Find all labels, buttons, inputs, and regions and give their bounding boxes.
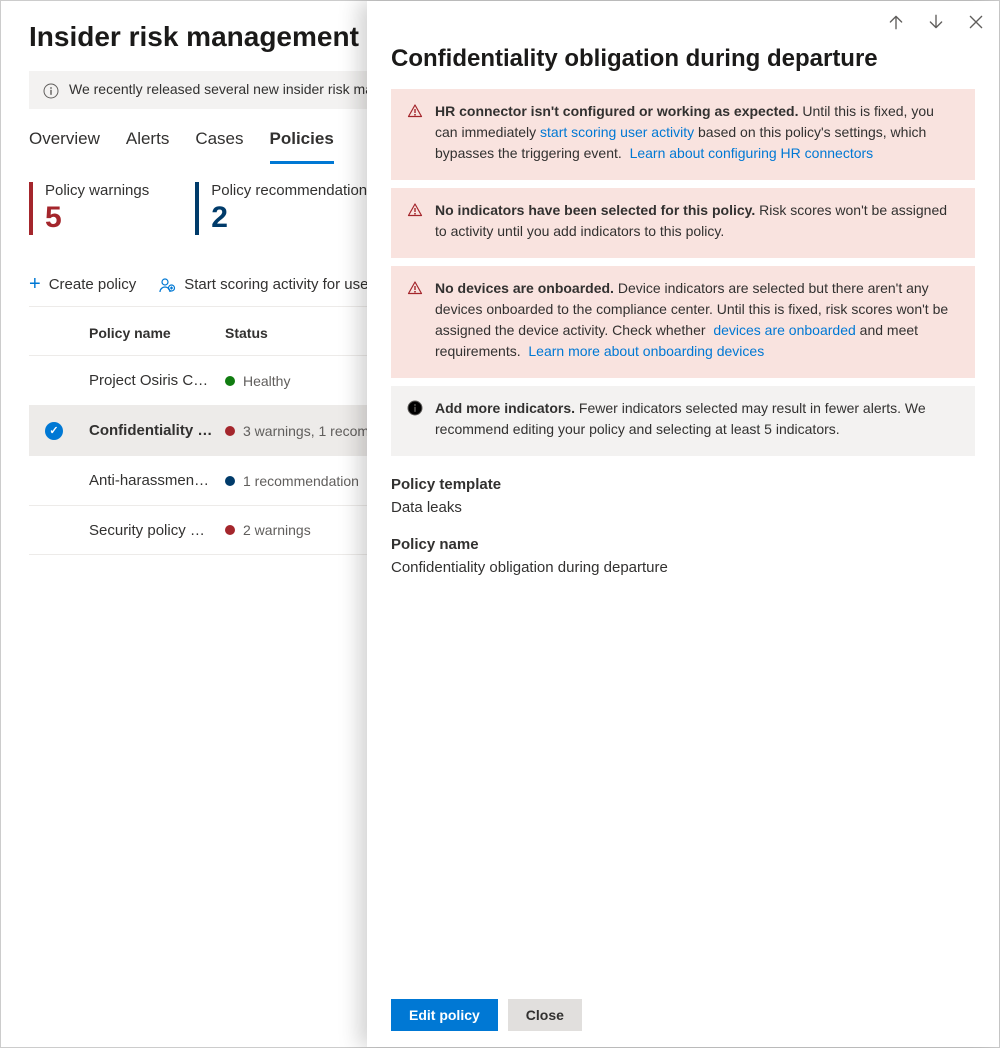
arrow-down-icon[interactable] [927, 13, 945, 31]
policy-name-label: Policy name [391, 536, 975, 553]
tab-policies[interactable]: Policies [270, 123, 334, 164]
policy-template-label: Policy template [391, 476, 975, 493]
policy-name-cell: Project Osiris C… [89, 372, 225, 389]
alert-hr-connector: HR connector isn't configured or working… [391, 89, 975, 180]
selected-check-icon [45, 422, 63, 440]
status-text: 1 recommendation [243, 473, 359, 489]
warning-icon [407, 202, 423, 242]
alert-add-indicators: Add more indicators. Fewer indicators se… [391, 386, 975, 456]
status-dot-icon [225, 376, 235, 386]
status-dot-icon [225, 426, 235, 436]
status-dot-icon [225, 476, 235, 486]
policy-recommendations-counter: Policy recommendations 2 [195, 182, 374, 235]
close-button[interactable]: Close [508, 999, 582, 1031]
create-policy-label: Create policy [49, 276, 137, 293]
alert-bold: Add more indicators. [435, 400, 575, 416]
plus-icon: + [29, 273, 41, 296]
warning-icon [407, 280, 423, 362]
user-activity-icon [158, 276, 176, 294]
panel-title: Confidentiality obligation during depart… [391, 45, 975, 73]
col-status[interactable]: Status [225, 325, 268, 341]
alert-bold: HR connector isn't configured or working… [435, 103, 799, 119]
devices-onboarded-link[interactable]: devices are onboarded [713, 322, 855, 338]
status-text: 2 warnings [243, 522, 311, 538]
learn-hr-link[interactable]: Learn about configuring HR connectors [630, 145, 874, 161]
policy-template-value: Data leaks [391, 499, 975, 516]
counter-label: Policy warnings [45, 182, 149, 199]
policy-name-cell: Security policy … [89, 522, 225, 539]
policy-warnings-counter: Policy warnings 5 [29, 182, 149, 235]
policy-name-cell: Confidentiality … [89, 422, 225, 439]
alert-no-indicators: No indicators have been selected for thi… [391, 188, 975, 258]
tab-overview[interactable]: Overview [29, 123, 100, 164]
edit-policy-button[interactable]: Edit policy [391, 999, 498, 1031]
policy-name-value: Confidentiality obligation during depart… [391, 559, 975, 576]
info-icon [43, 83, 59, 99]
counter-label: Policy recommendations [211, 182, 374, 199]
tab-alerts[interactable]: Alerts [126, 123, 169, 164]
tab-cases[interactable]: Cases [195, 123, 243, 164]
start-scoring-button[interactable]: Start scoring activity for users [158, 276, 381, 294]
alert-bold: No devices are onboarded. [435, 280, 614, 296]
status-dot-icon [225, 525, 235, 535]
warning-icon [407, 103, 423, 164]
create-policy-button[interactable]: + Create policy [29, 273, 136, 296]
alert-bold: No indicators have been selected for thi… [435, 202, 755, 218]
info-icon [407, 400, 423, 440]
policy-name-cell: Anti-harassmen… [89, 472, 225, 489]
counter-value: 2 [211, 201, 374, 235]
alert-no-devices: No devices are onboarded. Device indicat… [391, 266, 975, 378]
learn-onboarding-link[interactable]: Learn more about onboarding devices [528, 343, 764, 359]
col-policy-name[interactable]: Policy name [89, 325, 225, 341]
status-text: Healthy [243, 373, 290, 389]
close-icon[interactable] [967, 13, 985, 31]
details-panel: Confidentiality obligation during depart… [367, 1, 999, 1047]
arrow-up-icon[interactable] [887, 13, 905, 31]
counter-value: 5 [45, 201, 149, 235]
start-scoring-link[interactable]: start scoring user activity [540, 124, 694, 140]
start-scoring-label: Start scoring activity for users [184, 276, 381, 293]
